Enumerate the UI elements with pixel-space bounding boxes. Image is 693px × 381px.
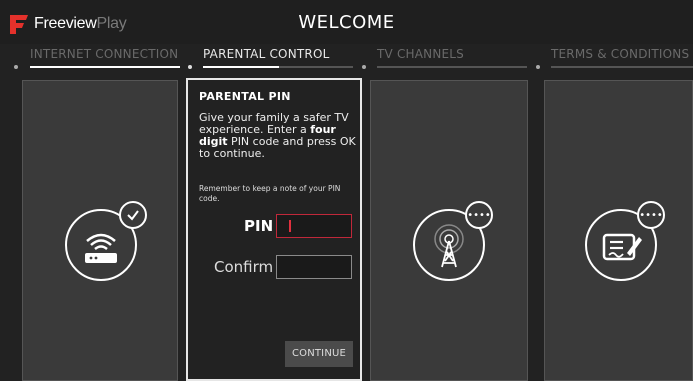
step-line-internet bbox=[30, 66, 180, 68]
confirm-label: Confirm bbox=[214, 258, 274, 276]
check-icon bbox=[119, 201, 147, 229]
page-title: WELCOME bbox=[298, 12, 395, 33]
step-dot bbox=[536, 65, 540, 69]
confirm-pin-input[interactable] bbox=[276, 255, 352, 279]
pin-panel-note: Remember to keep a note of your PIN code… bbox=[199, 184, 341, 203]
tv-channels-card[interactable]: •••• bbox=[370, 80, 528, 381]
parental-pin-panel: PARENTAL PIN Give your family a safer TV… bbox=[186, 78, 362, 381]
pin-panel-title: PARENTAL PIN bbox=[199, 90, 291, 103]
step-internet-connection: INTERNET CONNECTION bbox=[30, 47, 179, 61]
step-terms-conditions: TERMS & CONDITIONS bbox=[551, 47, 690, 61]
step-tv-channels: TV CHANNELS bbox=[377, 47, 465, 61]
more-dots-icon: •••• bbox=[637, 201, 665, 229]
pin-input[interactable] bbox=[276, 214, 352, 238]
step-line-channels bbox=[377, 66, 527, 68]
pin-panel-description: Give your family a safer TV experience. … bbox=[199, 111, 356, 160]
terms-conditions-card[interactable]: •••• bbox=[544, 80, 693, 381]
setup-progress-steps: INTERNET CONNECTION PARENTAL CONTROL TV … bbox=[0, 44, 693, 74]
step-dot bbox=[362, 65, 366, 69]
step-dot bbox=[14, 65, 18, 69]
step-dot bbox=[188, 65, 192, 69]
setup-screen: FreeviewPlay WELCOME INTERNET CONNECTION… bbox=[0, 0, 693, 381]
header-bar: FreeviewPlay WELCOME bbox=[0, 0, 693, 44]
step-line-terms bbox=[551, 66, 693, 68]
step-line-parental bbox=[203, 66, 353, 68]
continue-button[interactable]: CONTINUE bbox=[285, 341, 353, 367]
internet-connection-card[interactable] bbox=[22, 80, 178, 381]
step-parental-control: PARENTAL CONTROL bbox=[203, 47, 330, 61]
more-dots-icon: •••• bbox=[465, 201, 493, 229]
text-caret bbox=[289, 220, 291, 232]
pin-label: PIN bbox=[244, 217, 274, 235]
